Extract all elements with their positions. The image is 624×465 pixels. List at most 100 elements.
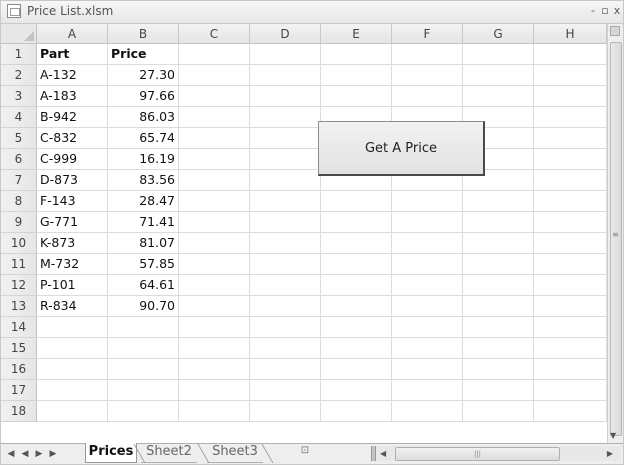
cell-b5[interactable]: 65.74 xyxy=(108,128,179,149)
cell-a8[interactable]: F-143 xyxy=(37,191,108,212)
cell-f2[interactable] xyxy=(392,65,463,86)
cell-d12[interactable] xyxy=(250,275,321,296)
cell-f17[interactable] xyxy=(392,380,463,401)
cell-g18[interactable] xyxy=(463,401,534,422)
worksheet-grid[interactable]: ABCDEFGH 1 2 3 4 5 6 7 8 9 10 11 12 13 14 15 16 17 18 Par… xyxy=(1,24,607,443)
tab-prices[interactable]: Prices xyxy=(85,443,137,463)
cell-a14[interactable] xyxy=(37,317,108,338)
split-box[interactable] xyxy=(610,26,620,36)
scroll-right-icon[interactable]: ▶ xyxy=(607,446,613,461)
cell-b17[interactable] xyxy=(108,380,179,401)
cell-a3[interactable]: A-183 xyxy=(37,86,108,107)
cell-d4[interactable] xyxy=(250,107,321,128)
cell-d8[interactable] xyxy=(250,191,321,212)
row-header-13[interactable]: 13 xyxy=(1,296,37,317)
cell-h13[interactable] xyxy=(534,296,607,317)
cell-c7[interactable] xyxy=(179,170,250,191)
row-header-8[interactable]: 8 xyxy=(1,191,37,212)
horizontal-scrollbar[interactable]: ◀ ||| ▶ xyxy=(371,446,621,461)
column-header-d[interactable]: D xyxy=(250,24,321,44)
column-header-c[interactable]: C xyxy=(179,24,250,44)
cell-f3[interactable] xyxy=(392,86,463,107)
cell-h1[interactable] xyxy=(534,44,607,65)
cell-f8[interactable] xyxy=(392,191,463,212)
cell-d16[interactable] xyxy=(250,359,321,380)
insert-sheet-icon[interactable]: ⊡ xyxy=(296,445,314,460)
cell-a9[interactable]: G-771 xyxy=(37,212,108,233)
cell-f12[interactable] xyxy=(392,275,463,296)
column-header-b[interactable]: B xyxy=(108,24,179,44)
cell-e17[interactable] xyxy=(321,380,392,401)
row-header-3[interactable]: 3 xyxy=(1,86,37,107)
column-header-h[interactable]: H xyxy=(534,24,607,44)
cell-h14[interactable] xyxy=(534,317,607,338)
row-header-15[interactable]: 15 xyxy=(1,338,37,359)
cell-e13[interactable] xyxy=(321,296,392,317)
cell-g1[interactable] xyxy=(463,44,534,65)
cell-d2[interactable] xyxy=(250,65,321,86)
row-header-1[interactable]: 1 xyxy=(1,44,37,65)
cell-c1[interactable] xyxy=(179,44,250,65)
cell-b14[interactable] xyxy=(108,317,179,338)
cell-b11[interactable]: 57.85 xyxy=(108,254,179,275)
horizontal-scroll-thumb[interactable]: ||| xyxy=(395,447,560,461)
cell-a15[interactable] xyxy=(37,338,108,359)
cell-b1[interactable]: Price xyxy=(108,44,179,65)
cell-a2[interactable]: A-132 xyxy=(37,65,108,86)
cell-g14[interactable] xyxy=(463,317,534,338)
cell-d1[interactable] xyxy=(250,44,321,65)
cell-c13[interactable] xyxy=(179,296,250,317)
cell-h4[interactable] xyxy=(534,107,607,128)
cell-b7[interactable]: 83.56 xyxy=(108,170,179,191)
cell-f18[interactable] xyxy=(392,401,463,422)
row-header-14[interactable]: 14 xyxy=(1,317,37,338)
row-header-11[interactable]: 11 xyxy=(1,254,37,275)
cell-f11[interactable] xyxy=(392,254,463,275)
cell-a7[interactable]: D-873 xyxy=(37,170,108,191)
cell-d13[interactable] xyxy=(250,296,321,317)
cell-c4[interactable] xyxy=(179,107,250,128)
cell-h11[interactable] xyxy=(534,254,607,275)
cell-a18[interactable] xyxy=(37,401,108,422)
cell-b2[interactable]: 27.30 xyxy=(108,65,179,86)
cell-h17[interactable] xyxy=(534,380,607,401)
cell-g16[interactable] xyxy=(463,359,534,380)
row-header-17[interactable]: 17 xyxy=(1,380,37,401)
column-header-g[interactable]: G xyxy=(463,24,534,44)
cell-h18[interactable] xyxy=(534,401,607,422)
cell-d9[interactable] xyxy=(250,212,321,233)
row-header-10[interactable]: 10 xyxy=(1,233,37,254)
row-header-18[interactable]: 18 xyxy=(1,401,37,422)
cell-h2[interactable] xyxy=(534,65,607,86)
cell-a16[interactable] xyxy=(37,359,108,380)
cell-f1[interactable] xyxy=(392,44,463,65)
cell-a13[interactable]: R-834 xyxy=(37,296,108,317)
cell-a1[interactable]: Part xyxy=(37,44,108,65)
cell-h7[interactable] xyxy=(534,170,607,191)
cell-g8[interactable] xyxy=(463,191,534,212)
close-icon[interactable]: x xyxy=(610,4,624,18)
cell-d11[interactable] xyxy=(250,254,321,275)
cell-c11[interactable] xyxy=(179,254,250,275)
cell-b15[interactable] xyxy=(108,338,179,359)
cell-f15[interactable] xyxy=(392,338,463,359)
cell-b8[interactable]: 28.47 xyxy=(108,191,179,212)
cell-d7[interactable] xyxy=(250,170,321,191)
cell-c9[interactable] xyxy=(179,212,250,233)
cell-c16[interactable] xyxy=(179,359,250,380)
first-sheet-icon[interactable]: ◀ xyxy=(5,447,17,461)
cell-e9[interactable] xyxy=(321,212,392,233)
cell-e18[interactable] xyxy=(321,401,392,422)
cell-a10[interactable]: K-873 xyxy=(37,233,108,254)
scroll-down-icon[interactable]: ▼ xyxy=(610,431,616,440)
cell-b10[interactable]: 81.07 xyxy=(108,233,179,254)
cell-g15[interactable] xyxy=(463,338,534,359)
row-header-16[interactable]: 16 xyxy=(1,359,37,380)
row-header-12[interactable]: 12 xyxy=(1,275,37,296)
cell-b6[interactable]: 16.19 xyxy=(108,149,179,170)
cell-f14[interactable] xyxy=(392,317,463,338)
row-header-7[interactable]: 7 xyxy=(1,170,37,191)
cell-f13[interactable] xyxy=(392,296,463,317)
last-sheet-icon[interactable]: ▶ xyxy=(47,447,59,461)
cell-h16[interactable] xyxy=(534,359,607,380)
